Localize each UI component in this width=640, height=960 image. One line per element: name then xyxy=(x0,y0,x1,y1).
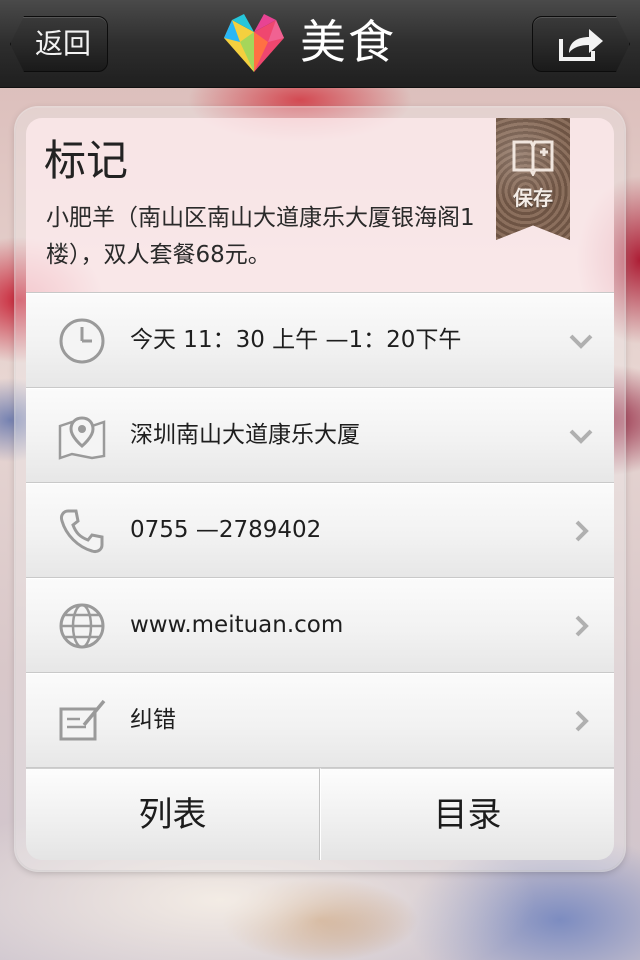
nav-bar: 返回 美食 xyxy=(0,0,640,88)
save-ribbon-button[interactable]: 保存 xyxy=(496,118,570,240)
detail-card: 标记 小肥羊（南山区南山大道康乐大厦银海阁1楼），双人套餐68元。 保存 今天 … xyxy=(16,108,624,870)
chevron-down-icon xyxy=(569,429,593,444)
time-row[interactable]: 今天 11：30 上午 —1：20下午 xyxy=(26,293,614,388)
report-error-text: 纠错 xyxy=(130,707,176,733)
map-pin-icon xyxy=(58,416,106,460)
chevron-right-icon xyxy=(575,615,589,637)
app-brand-title: 美食 xyxy=(300,15,396,69)
phone-row[interactable]: 0755 —2789402 xyxy=(26,483,614,578)
website-text: www.meituan.com xyxy=(130,612,344,638)
catalog-button[interactable]: 目录 xyxy=(320,768,614,860)
address-text: 深圳南山大道康乐大厦 xyxy=(130,422,360,448)
card-title: 标记 xyxy=(44,136,129,185)
globe-icon xyxy=(59,603,105,649)
time-text: 今天 11：30 上午 —1：20下午 xyxy=(130,327,462,353)
chevron-right-icon xyxy=(575,710,589,732)
card-header: 标记 小肥羊（南山区南山大道康乐大厦银海阁1楼），双人套餐68元。 保存 xyxy=(26,118,614,293)
card-content: 标记 小肥羊（南山区南山大道康乐大厦银海阁1楼），双人套餐68元。 保存 今天 … xyxy=(26,118,614,860)
share-icon xyxy=(557,27,605,63)
card-footer: 列表 目录 xyxy=(26,768,614,860)
phone-icon xyxy=(60,509,104,553)
back-button[interactable]: 返回 xyxy=(10,16,108,72)
phone-text: 0755 —2789402 xyxy=(130,517,322,543)
list-button[interactable]: 列表 xyxy=(26,768,320,860)
address-row[interactable]: 深圳南山大道康乐大厦 xyxy=(26,388,614,483)
report-error-row[interactable]: 纠错 xyxy=(26,673,614,768)
website-row[interactable]: www.meituan.com xyxy=(26,578,614,673)
chevron-right-icon xyxy=(575,520,589,542)
clock-icon xyxy=(59,318,105,364)
app-logo-icon xyxy=(224,14,284,72)
save-label: 保存 xyxy=(513,186,553,210)
chevron-down-icon xyxy=(569,334,593,349)
share-button[interactable] xyxy=(532,16,630,72)
card-description: 小肥羊（南山区南山大道康乐大厦银海阁1楼），双人套餐68元。 xyxy=(46,205,475,268)
info-list: 今天 11：30 上午 —1：20下午 深圳南山大道康乐大厦 0755 —278… xyxy=(26,293,614,768)
edit-icon xyxy=(59,699,106,741)
book-icon xyxy=(512,140,554,176)
